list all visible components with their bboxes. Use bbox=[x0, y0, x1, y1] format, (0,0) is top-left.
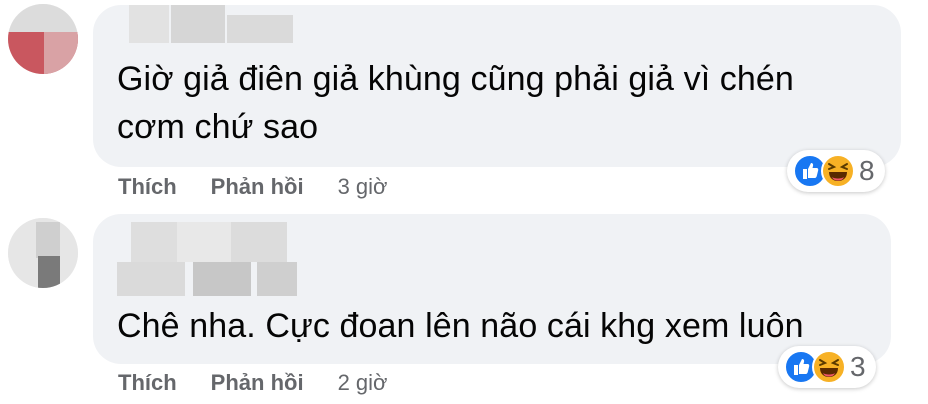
comment-text-line: Chê nha. Cực đoan lên não cái khg xem lu… bbox=[117, 307, 804, 345]
comment-actions: Thích Phản hồi 2 giờ bbox=[118, 368, 387, 398]
comment-text: Giờ giả điên giả khùng cũng phải giả vì … bbox=[117, 55, 794, 151]
commenter-name[interactable] bbox=[117, 222, 337, 302]
reply-button[interactable]: Phản hồi bbox=[211, 370, 304, 396]
avatar[interactable] bbox=[8, 218, 78, 288]
reply-button[interactable]: Phản hồi bbox=[211, 174, 304, 200]
comment-timestamp[interactable]: 2 giờ bbox=[338, 370, 388, 396]
comment-timestamp[interactable]: 3 giờ bbox=[338, 174, 388, 200]
comment-bubble: Giờ giả điên giả khùng cũng phải giả vì … bbox=[93, 5, 901, 167]
comment-bubble: Chê nha. Cực đoan lên não cái khg xem lu… bbox=[93, 214, 891, 364]
reaction-count: 8 bbox=[859, 155, 875, 186]
reaction-summary[interactable]: 8 bbox=[787, 150, 885, 192]
comment-text-line: cơm chứ sao bbox=[117, 108, 319, 146]
commenter-name[interactable] bbox=[129, 5, 329, 45]
haha-icon bbox=[821, 154, 855, 188]
comment-actions: Thích Phản hồi 3 giờ bbox=[118, 172, 387, 202]
like-button[interactable]: Thích bbox=[118, 370, 177, 396]
haha-icon bbox=[812, 350, 846, 384]
comment-text-line: Giờ giả điên giả khùng cũng phải giả vì … bbox=[117, 60, 794, 98]
avatar[interactable] bbox=[8, 4, 78, 74]
like-button[interactable]: Thích bbox=[118, 174, 177, 200]
reaction-summary[interactable]: 3 bbox=[778, 346, 876, 388]
reaction-count: 3 bbox=[850, 351, 866, 382]
comment-text: Chê nha. Cực đoan lên não cái khg xem lu… bbox=[117, 302, 804, 350]
